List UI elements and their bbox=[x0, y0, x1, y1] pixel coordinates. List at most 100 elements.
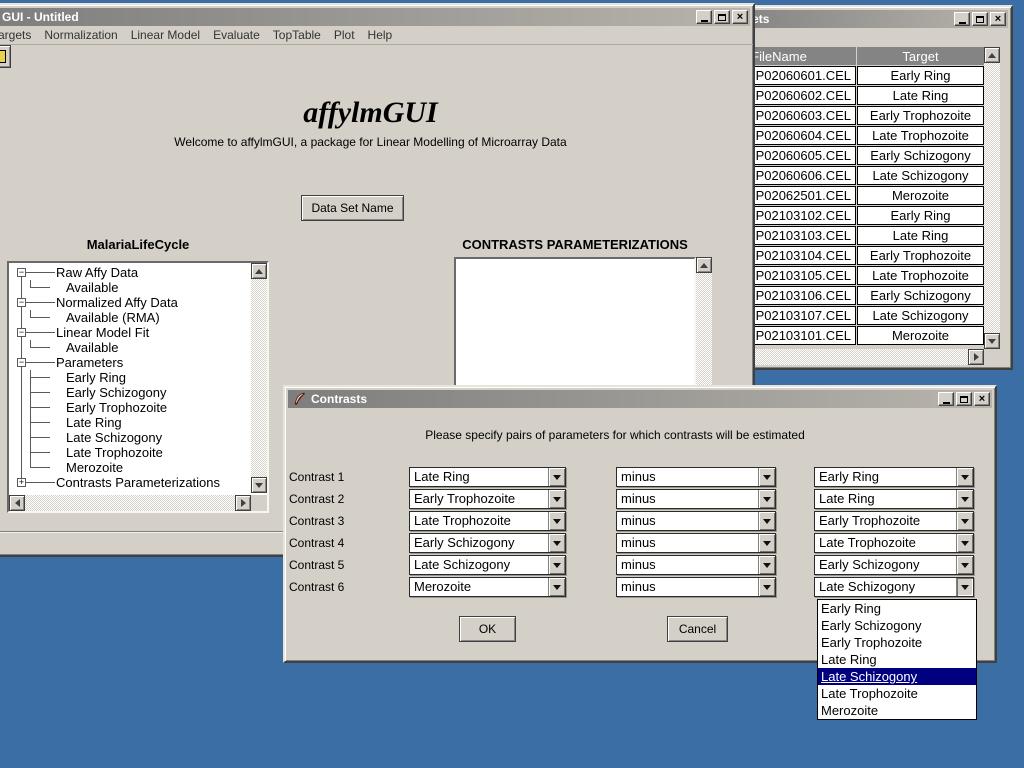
menu-targets[interactable]: Targets bbox=[0, 28, 31, 42]
tree-item-available-rma[interactable]: Available (RMA) bbox=[9, 310, 251, 325]
maximize-button[interactable] bbox=[956, 392, 972, 406]
contrast-6-right-combo[interactable]: Late Schizogony bbox=[814, 577, 974, 597]
tree-item-contrasts-parameterizations[interactable]: +Contrasts Parameterizations bbox=[9, 475, 251, 490]
target-cell[interactable]: Late Ring bbox=[857, 226, 984, 245]
tree-item-available[interactable]: Available bbox=[9, 280, 251, 295]
expander-icon[interactable]: − bbox=[17, 328, 26, 337]
contrast-4-left-combo[interactable]: Early Schizogony bbox=[409, 533, 566, 553]
menu-linear-model[interactable]: Linear Model bbox=[131, 28, 200, 42]
tree-item-linear-model-fit[interactable]: −Linear Model Fit bbox=[9, 325, 251, 340]
target-cell[interactable]: Late Schizogony bbox=[857, 166, 984, 185]
tree-item-parameters[interactable]: −Parameters bbox=[9, 355, 251, 370]
contrast-1-right-combo[interactable]: Early Ring bbox=[814, 467, 974, 487]
contrast-2-left-combo[interactable]: Early Trophozoite bbox=[409, 489, 566, 509]
combo-arrow-button[interactable] bbox=[548, 468, 565, 486]
contrast-3-operator-combo[interactable]: minus bbox=[616, 511, 776, 531]
column-header-target[interactable]: Target bbox=[857, 47, 984, 65]
scroll-up-button[interactable] bbox=[251, 263, 267, 279]
combo-arrow-button[interactable] bbox=[956, 578, 973, 596]
toolbar-button[interactable] bbox=[0, 45, 11, 68]
contrast-4-operator-combo[interactable]: minus bbox=[616, 533, 776, 553]
combo-arrow-button[interactable] bbox=[548, 534, 565, 552]
targets-vertical-scrollbar[interactable] bbox=[984, 47, 1000, 349]
contrast-3-left-combo[interactable]: Late Trophozoite bbox=[409, 511, 566, 531]
target-cell[interactable]: Merozoite bbox=[857, 326, 984, 345]
expander-icon[interactable]: + bbox=[17, 478, 26, 487]
combo-arrow-button[interactable] bbox=[956, 468, 973, 486]
combo-arrow-button[interactable] bbox=[758, 534, 775, 552]
scroll-up-button[interactable] bbox=[984, 47, 1000, 63]
target-cell[interactable]: Late Trophozoite bbox=[857, 126, 984, 145]
target-cell[interactable]: Late Ring bbox=[857, 86, 984, 105]
tree-item-normalized-affy-data[interactable]: −Normalized Affy Data bbox=[9, 295, 251, 310]
combo-arrow-button[interactable] bbox=[758, 490, 775, 508]
dropdown-item-late-trophozoite[interactable]: Late Trophozoite bbox=[818, 685, 976, 702]
target-cell[interactable]: Late Schizogony bbox=[857, 306, 984, 325]
minimize-button[interactable] bbox=[954, 12, 970, 26]
target-cell[interactable]: Late Trophozoite bbox=[857, 266, 984, 285]
tree-item-late-ring[interactable]: Late Ring bbox=[9, 415, 251, 430]
target-cell[interactable]: Early Trophozoite bbox=[857, 246, 984, 265]
contrast-1-operator-combo[interactable]: minus bbox=[616, 467, 776, 487]
combo-arrow-button[interactable] bbox=[956, 534, 973, 552]
contrast-1-left-combo[interactable]: Late Ring bbox=[409, 467, 566, 487]
dropdown-item-late-schizogony[interactable]: Late Schizogony bbox=[818, 668, 976, 685]
scroll-left-button[interactable] bbox=[9, 495, 25, 511]
combo-arrow-button[interactable] bbox=[758, 512, 775, 530]
menu-help[interactable]: Help bbox=[368, 28, 393, 42]
combo-arrow-button[interactable] bbox=[956, 556, 973, 574]
tree-item-merozoite[interactable]: Merozoite bbox=[9, 460, 251, 475]
combo-arrow-button[interactable] bbox=[956, 512, 973, 530]
combo-arrow-button[interactable] bbox=[548, 512, 565, 530]
contrast-5-operator-combo[interactable]: minus bbox=[616, 555, 776, 575]
tree-item-late-trophozoite[interactable]: Late Trophozoite bbox=[9, 445, 251, 460]
target-cell[interactable]: Merozoite bbox=[857, 186, 984, 205]
dropdown-item-merozoite[interactable]: Merozoite bbox=[818, 702, 976, 719]
tree-item-early-trophozoite[interactable]: Early Trophozoite bbox=[9, 400, 251, 415]
contrast-5-right-combo[interactable]: Early Schizogony bbox=[814, 555, 974, 575]
expander-icon[interactable]: − bbox=[17, 298, 26, 307]
dropdown-item-early-ring[interactable]: Early Ring bbox=[818, 600, 976, 617]
maximize-button[interactable] bbox=[714, 10, 730, 24]
menu-evaluate[interactable]: Evaluate bbox=[213, 28, 260, 42]
minimize-button[interactable] bbox=[938, 392, 954, 406]
tree-item-raw-affy-data[interactable]: −Raw Affy Data bbox=[9, 265, 251, 280]
data-set-name-button[interactable]: Data Set Name bbox=[301, 195, 404, 221]
target-cell[interactable]: Early Schizogony bbox=[857, 286, 984, 305]
contrast-2-right-combo[interactable]: Late Ring bbox=[814, 489, 974, 509]
scroll-up-button[interactable] bbox=[696, 257, 712, 273]
tree-item-early-ring[interactable]: Early Ring bbox=[9, 370, 251, 385]
minimize-button[interactable] bbox=[696, 10, 712, 24]
dropdown-item-early-trophozoite[interactable]: Early Trophozoite bbox=[818, 634, 976, 651]
scroll-right-button[interactable] bbox=[968, 349, 984, 365]
scrollbar-track[interactable] bbox=[984, 47, 1000, 349]
contrast-3-right-combo[interactable]: Early Trophozoite bbox=[814, 511, 974, 531]
scrollbar-track[interactable] bbox=[9, 495, 251, 511]
combo-arrow-button[interactable] bbox=[548, 578, 565, 596]
menu-toptable[interactable]: TopTable bbox=[273, 28, 321, 42]
contrast-6-left-combo[interactable]: Merozoite bbox=[409, 577, 566, 597]
expander-icon[interactable]: − bbox=[17, 268, 26, 277]
dropdown-item-late-ring[interactable]: Late Ring bbox=[818, 651, 976, 668]
combo-arrow-button[interactable] bbox=[758, 578, 775, 596]
target-cell[interactable]: Early Schizogony bbox=[857, 146, 984, 165]
target-cell[interactable]: Early Ring bbox=[857, 206, 984, 225]
close-button[interactable]: × bbox=[974, 392, 990, 406]
expander-icon[interactable]: − bbox=[17, 358, 26, 367]
scroll-down-button[interactable] bbox=[984, 333, 1000, 349]
close-button[interactable]: × bbox=[732, 10, 748, 24]
tree-vertical-scrollbar[interactable] bbox=[251, 263, 267, 493]
contrast-2-operator-combo[interactable]: minus bbox=[616, 489, 776, 509]
contrast-4-right-combo[interactable]: Late Trophozoite bbox=[814, 533, 974, 553]
main-titlebar[interactable]: GUI - Untitled × bbox=[0, 8, 750, 26]
contrast-6-operator-combo[interactable]: minus bbox=[616, 577, 776, 597]
dialog-titlebar[interactable]: Contrasts × bbox=[288, 390, 992, 408]
target-cell[interactable]: Early Ring bbox=[857, 66, 984, 85]
combo-arrow-button[interactable] bbox=[758, 556, 775, 574]
close-button[interactable]: × bbox=[990, 12, 1006, 26]
tree-horizontal-scrollbar[interactable] bbox=[9, 495, 251, 511]
tree-item-early-schizogony[interactable]: Early Schizogony bbox=[9, 385, 251, 400]
ok-button[interactable]: OK bbox=[459, 616, 516, 642]
tree-item-late-schizogony[interactable]: Late Schizogony bbox=[9, 430, 251, 445]
maximize-button[interactable] bbox=[972, 12, 988, 26]
